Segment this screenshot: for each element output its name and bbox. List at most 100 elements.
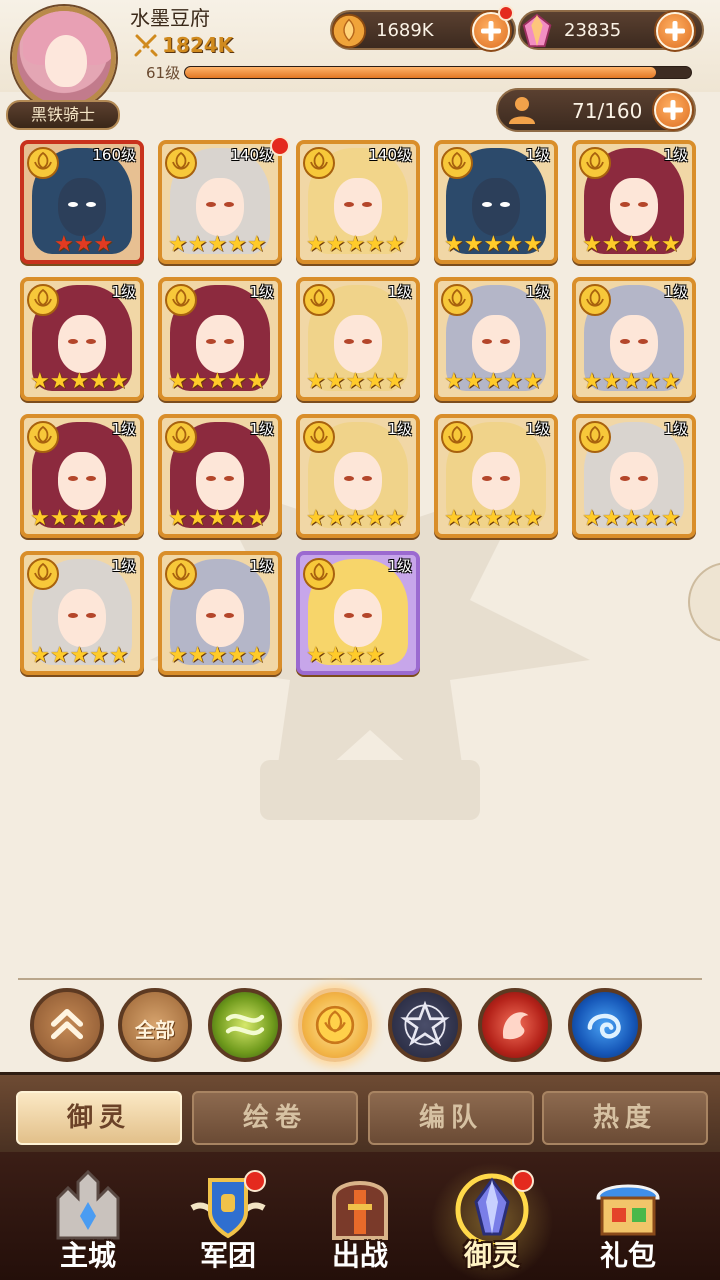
hero-card[interactable]: 1级 ★ ★ ★ ★ ★ xyxy=(296,277,420,401)
filter-fire-button[interactable] xyxy=(478,988,552,1062)
star-icon: ★ xyxy=(89,369,109,394)
rose-faction-icon xyxy=(441,421,473,453)
star-icon: ★ xyxy=(345,232,366,257)
subtab-popularity[interactable]: 热度 xyxy=(542,1091,708,1145)
star-icon: ★ xyxy=(384,369,405,394)
rose-faction-icon xyxy=(165,147,197,179)
filter-all-label: 全部 xyxy=(135,1018,175,1042)
hero-card[interactable]: 160级 ★ ★ ★ xyxy=(20,140,144,264)
hero-card[interactable]: 140级 ★ ★ ★ ★ ★ xyxy=(158,140,282,264)
star-icon: ★ xyxy=(660,232,681,257)
hero-card[interactable]: 1级 ★ ★ ★ ★ ★ xyxy=(20,414,144,538)
star-icon: ★ xyxy=(89,643,109,668)
nav-legion[interactable]: 军团 xyxy=(156,1152,300,1280)
double-chevron-up-icon xyxy=(50,1008,84,1040)
star-icon: ★ xyxy=(365,643,385,668)
filter-dark-button[interactable] xyxy=(388,988,462,1062)
star-icon: ★ xyxy=(522,232,543,257)
nav-main-city[interactable]: 主城 xyxy=(16,1152,160,1280)
hero-card[interactable]: 1级 ★ ★ ★ ★ ★ xyxy=(434,277,558,401)
hero-card[interactable]: 1级 ★ ★ ★ ★ ★ xyxy=(572,414,696,538)
hero-level: 1级 xyxy=(525,283,550,301)
star-icon: ★ xyxy=(306,369,326,394)
star-icon: ★ xyxy=(246,506,267,531)
nav-label: 军团 xyxy=(199,1239,256,1272)
subtab-formation[interactable]: 编队 xyxy=(368,1091,534,1145)
hero-card[interactable]: 1级 ★ ★ ★ ★ ★ xyxy=(20,551,144,675)
expand-roster-button[interactable] xyxy=(654,91,692,129)
star-icon: ★ xyxy=(660,369,681,394)
hero-level: 1级 xyxy=(387,283,412,301)
filter-all-button[interactable]: 全部 xyxy=(118,988,192,1062)
combat-power-value: 1824K xyxy=(162,33,234,57)
star-icon: ★ xyxy=(246,369,267,394)
hero-star-rating: ★ ★ ★ ★ ★ xyxy=(444,371,543,393)
hero-card[interactable]: 1级 ★ ★ ★ ★ ★ xyxy=(572,277,696,401)
star-icon: ★ xyxy=(483,232,504,257)
hero-star-rating: ★ ★ ★ ★ ★ xyxy=(582,234,681,256)
hero-level: 1级 xyxy=(249,420,274,438)
rose-faction-icon xyxy=(27,558,59,590)
player-name: 水墨豆府 xyxy=(130,6,210,30)
nav-label: 御灵 xyxy=(463,1239,520,1272)
star-icon: ★ xyxy=(168,232,188,257)
star-icon: ★ xyxy=(108,369,129,394)
subtab-spirits[interactable]: 御灵 xyxy=(16,1091,182,1145)
top-header: 水墨豆府 1824K 61级 1689K 23835 xyxy=(0,0,720,110)
filter-nature-button[interactable] xyxy=(208,988,282,1062)
subtab-scrolls[interactable]: 绘卷 xyxy=(192,1091,358,1145)
water-swirl-element-icon xyxy=(587,1013,621,1039)
hero-card[interactable]: 1级 ★ ★ ★ ★ ★ xyxy=(572,140,696,264)
star-icon: ★ xyxy=(108,506,129,531)
star-icon: ★ xyxy=(187,506,208,531)
nav-battle[interactable]: 出战 xyxy=(288,1152,432,1280)
hero-level: 160级 xyxy=(92,146,136,164)
hero-level: 1级 xyxy=(111,557,136,575)
star-icon: ★ xyxy=(227,232,247,257)
add-gems-button[interactable] xyxy=(656,12,694,50)
hero-card[interactable]: 1级 ★ ★ ★ ★ ★ xyxy=(158,551,282,675)
hero-card[interactable]: 1级 ★ ★ ★ ★ ★ xyxy=(434,414,558,538)
star-icon: ★ xyxy=(582,369,602,394)
hero-card[interactable]: 1级 ★ ★ ★ ★ ★ xyxy=(158,414,282,538)
rose-faction-icon xyxy=(165,558,197,590)
gold-value: 1689K xyxy=(376,20,434,41)
rose-faction-icon xyxy=(303,147,335,179)
player-title-badge: 黑铁骑士 xyxy=(6,100,120,130)
hero-star-rating: ★ ★ ★ ★ ★ xyxy=(168,645,267,667)
star-icon: ★ xyxy=(522,506,543,531)
star-icon: ★ xyxy=(30,506,50,531)
player-level: 61级 xyxy=(146,64,181,82)
star-icon: ★ xyxy=(49,369,70,394)
hero-card[interactable]: 1级 ★ ★ ★ ★ ★ xyxy=(158,277,282,401)
nav-spirits[interactable]: 御灵 xyxy=(420,1152,564,1280)
nav-label: 主城 xyxy=(59,1239,116,1272)
rose-faction-icon xyxy=(27,147,59,179)
filter-water-button[interactable] xyxy=(568,988,642,1062)
person-icon xyxy=(509,97,535,124)
rose-faction-icon xyxy=(579,147,611,179)
collapse-filter-button[interactable] xyxy=(30,988,104,1062)
hero-card[interactable]: 1级 ★ ★ ★ ★ ★ xyxy=(296,414,420,538)
hero-card[interactable]: 1级 ★ ★ ★ ★ ★ xyxy=(434,140,558,264)
hero-star-rating: ★ ★ ★ ★ ★ xyxy=(444,234,543,256)
sub-tab-bar: 御灵 绘卷 编队 热度 xyxy=(0,1072,720,1152)
star-icon: ★ xyxy=(601,369,622,394)
hero-card[interactable]: 1级 ★ ★ ★ ★ xyxy=(296,551,420,675)
hero-card[interactable]: 140级 ★ ★ ★ ★ ★ xyxy=(296,140,420,264)
filter-light-button[interactable] xyxy=(298,988,372,1062)
star-icon: ★ xyxy=(601,506,622,531)
star-icon: ★ xyxy=(246,643,267,668)
hero-card[interactable]: 1级 ★ ★ ★ ★ ★ xyxy=(20,277,144,401)
star-icon: ★ xyxy=(227,369,247,394)
star-icon: ★ xyxy=(582,232,602,257)
star-icon: ★ xyxy=(168,506,188,531)
hero-level: 1级 xyxy=(249,283,274,301)
star-icon: ★ xyxy=(49,643,70,668)
hero-level: 1级 xyxy=(249,557,274,575)
hero-star-rating: ★ ★ ★ ★ ★ xyxy=(306,234,405,256)
star-icon: ★ xyxy=(89,506,109,531)
side-scroll-handle[interactable] xyxy=(688,562,720,642)
player-avatar-button[interactable] xyxy=(8,4,124,110)
nav-gift-pack[interactable]: 礼包 xyxy=(556,1152,700,1280)
